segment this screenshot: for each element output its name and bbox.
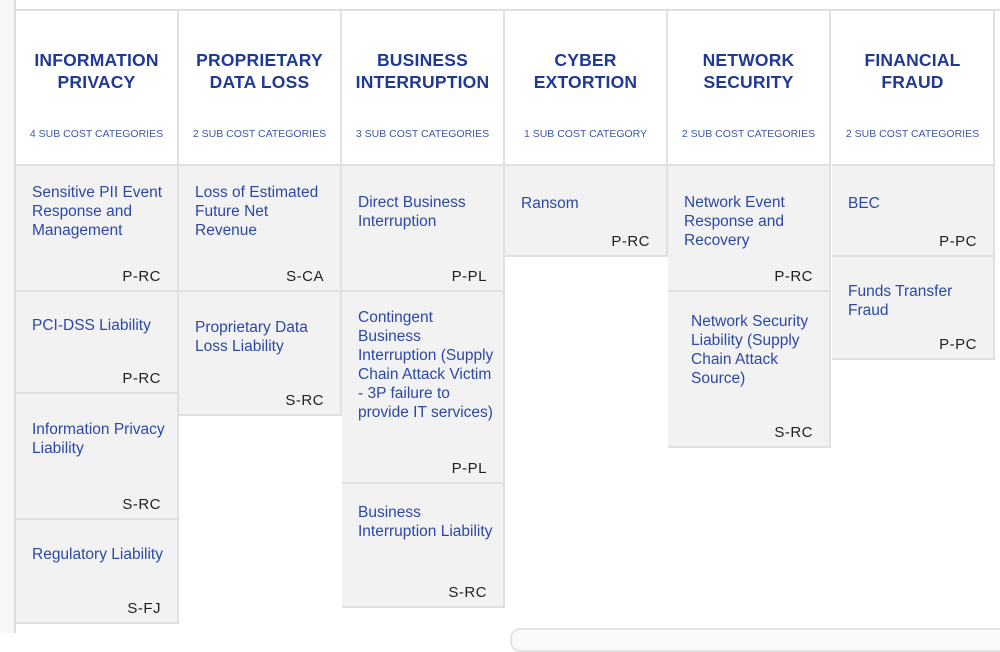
sub-category-code: P-PL xyxy=(451,460,487,477)
sub-category-label: Ransom xyxy=(521,195,579,212)
bottom-panel-edge xyxy=(510,628,1000,652)
sub-category-cell[interactable]: Network Event Response and Recovery P-RC xyxy=(668,166,831,292)
column-header: INFORMATION PRIVACY 4 SUB COST CATEGORIE… xyxy=(16,11,179,166)
column-header: CYBER EXTORTION 1 SUB COST CATEGORY xyxy=(505,11,668,166)
column-network-security: NETWORK SECURITY 2 SUB COST CATEGORIES N… xyxy=(668,11,831,448)
column-subtitle: 2 SUB COST CATEGORIES xyxy=(845,128,980,140)
left-margin xyxy=(0,0,16,633)
sub-category-code: S-RC xyxy=(774,424,813,441)
sub-category-label: PCI-DSS Liability xyxy=(32,317,151,334)
column-header: NETWORK SECURITY 2 SUB COST CATEGORIES xyxy=(668,11,831,166)
sub-category-label: Sensitive PII Event Response and Managem… xyxy=(32,184,163,239)
column-financial-fraud: FINANCIAL FRAUD 2 SUB COST CATEGORIES BE… xyxy=(832,11,995,360)
column-title: CYBER EXTORTION xyxy=(533,50,638,92)
sub-category-label: Information Privacy Liability xyxy=(32,421,165,457)
column-title: BUSINESS INTERRUPTION xyxy=(355,50,490,92)
column-title: PROPRIETARY DATA LOSS xyxy=(196,50,323,92)
column-cyber-extortion: CYBER EXTORTION 1 SUB COST CATEGORY Rans… xyxy=(505,11,668,257)
column-business-interruption: BUSINESS INTERRUPTION 3 SUB COST CATEGOR… xyxy=(342,11,505,608)
column-header: BUSINESS INTERRUPTION 3 SUB COST CATEGOR… xyxy=(342,11,505,166)
sub-category-cell[interactable]: Information Privacy Liability S-RC xyxy=(16,394,179,520)
sub-category-label: Contingent Business Interruption (Supply… xyxy=(358,309,494,421)
sub-category-label: Regulatory Liability xyxy=(32,546,163,563)
column-header: FINANCIAL FRAUD 2 SUB COST CATEGORIES xyxy=(832,11,995,166)
sub-category-label: Funds Transfer Fraud xyxy=(848,283,953,319)
column-subtitle: 4 SUB COST CATEGORIES xyxy=(29,128,164,140)
sub-category-cell[interactable]: Funds Transfer Fraud P-PC xyxy=(832,257,995,360)
sub-category-cell[interactable]: BEC P-PC xyxy=(832,166,995,257)
column-title: FINANCIAL FRAUD xyxy=(864,50,961,92)
sub-category-cell[interactable]: Ransom P-RC xyxy=(505,166,668,257)
column-subtitle: 3 SUB COST CATEGORIES xyxy=(355,128,490,140)
sub-category-label: Direct Business Interruption xyxy=(358,194,466,230)
sub-category-label: BEC xyxy=(848,195,880,212)
sub-category-cell[interactable]: Network Security Liability (Supply Chain… xyxy=(668,292,831,448)
column-subtitle: 2 SUB COST CATEGORIES xyxy=(681,128,816,140)
sub-category-label: Network Security Liability (Supply Chain… xyxy=(691,313,809,387)
column-subtitle: 2 SUB COST CATEGORIES xyxy=(192,128,327,140)
sub-category-code: P-RC xyxy=(774,268,813,285)
sub-category-code: P-RC xyxy=(122,370,161,387)
sub-category-label: Business Interruption Liability xyxy=(358,504,493,540)
sub-category-code: P-PC xyxy=(939,336,977,353)
sub-category-cell[interactable]: Direct Business Interruption P-PL xyxy=(342,166,505,292)
sub-category-cell[interactable]: PCI-DSS Liability P-RC xyxy=(16,292,179,394)
sub-category-cell[interactable]: Regulatory Liability S-FJ xyxy=(16,520,179,624)
sub-category-label: Proprietary Data Loss Liability xyxy=(195,319,308,355)
sub-category-code: P-RC xyxy=(611,233,650,250)
sub-category-cell[interactable]: Proprietary Data Loss Liability S-RC xyxy=(179,292,342,416)
sub-category-code: P-PC xyxy=(939,233,977,250)
sub-category-code: S-CA xyxy=(286,268,324,285)
column-subtitle: 1 SUB COST CATEGORY xyxy=(523,128,648,140)
sub-category-cell[interactable]: Loss of Estimated Future Net Revenue S-C… xyxy=(179,166,342,292)
sub-category-code: S-FJ xyxy=(127,600,161,617)
column-information-privacy: INFORMATION PRIVACY 4 SUB COST CATEGORIE… xyxy=(16,11,179,624)
sub-category-code: S-RC xyxy=(122,496,161,513)
sub-category-cell[interactable]: Contingent Business Interruption (Supply… xyxy=(342,292,505,484)
sub-category-code: S-RC xyxy=(285,392,324,409)
sub-category-cell[interactable]: Business Interruption Liability S-RC xyxy=(342,484,505,608)
sub-category-cell[interactable]: Sensitive PII Event Response and Managem… xyxy=(16,166,179,292)
sub-category-label: Loss of Estimated Future Net Revenue xyxy=(195,184,319,239)
sub-category-label: Network Event Response and Recovery xyxy=(684,194,785,249)
column-header: PROPRIETARY DATA LOSS 2 SUB COST CATEGOR… xyxy=(179,11,342,166)
column-title: NETWORK SECURITY xyxy=(702,50,795,92)
column-title: INFORMATION PRIVACY xyxy=(34,50,159,92)
column-proprietary-data-loss: PROPRIETARY DATA LOSS 2 SUB COST CATEGOR… xyxy=(179,11,342,416)
sub-category-code: P-RC xyxy=(122,268,161,285)
sub-category-code: S-RC xyxy=(448,584,487,601)
sub-category-code: P-PL xyxy=(451,268,487,285)
